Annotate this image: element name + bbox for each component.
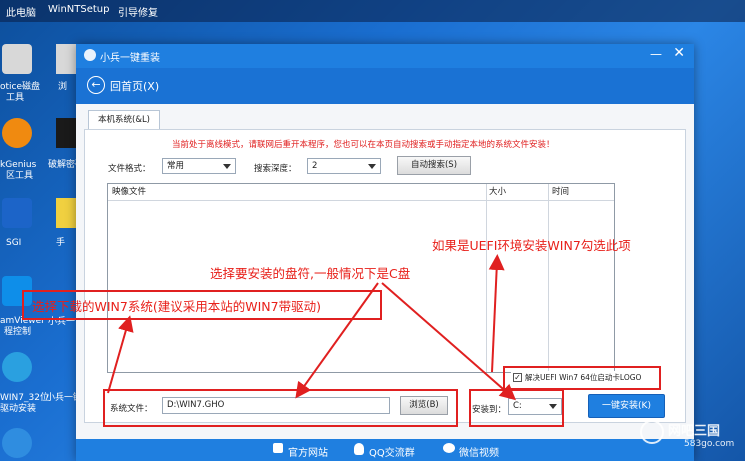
annotation-arrows bbox=[107, 254, 517, 401]
arrow-system bbox=[107, 315, 134, 394]
arrow-uefi bbox=[488, 254, 505, 373]
arrow-drive-2 bbox=[381, 282, 517, 401]
watermark-logo-icon bbox=[640, 420, 664, 444]
watermark-text: 网吧三国 bbox=[668, 424, 721, 439]
arrow-drive-1 bbox=[295, 282, 379, 399]
watermark-site: 583go.com bbox=[684, 439, 735, 449]
